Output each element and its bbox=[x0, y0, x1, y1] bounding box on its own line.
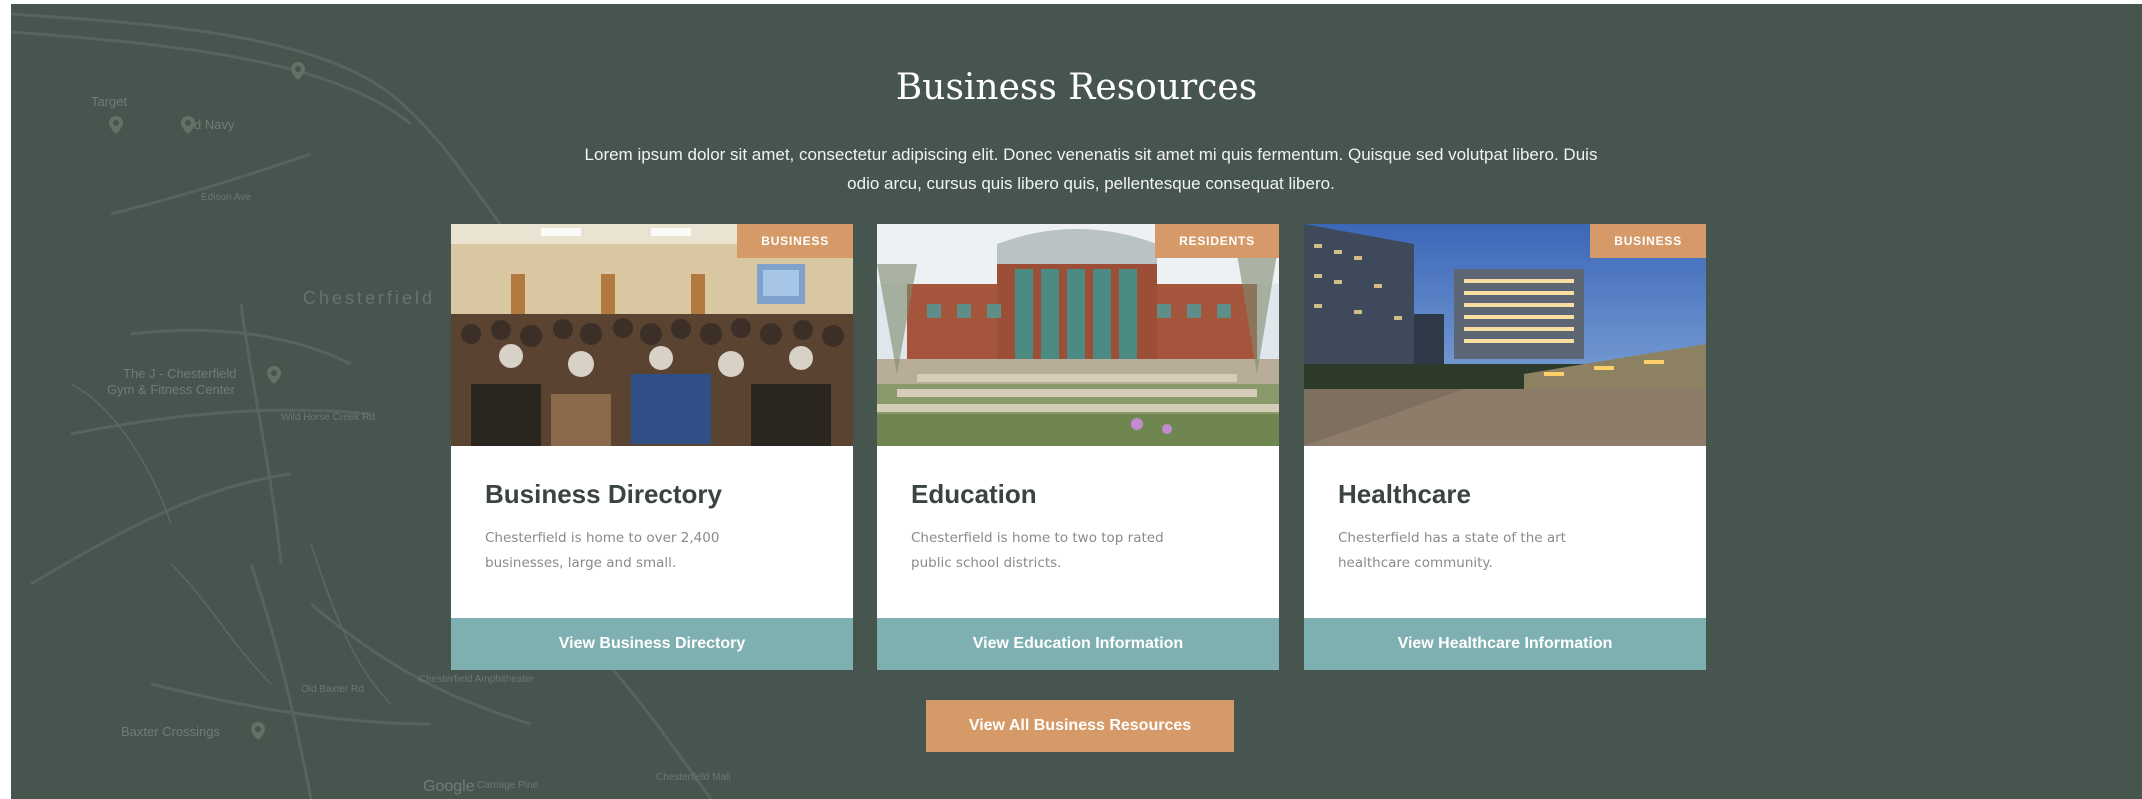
map-pin-icon bbox=[109, 116, 123, 134]
map-label: Edison Ave bbox=[201, 192, 251, 203]
map-label: Gym & Fitness Center bbox=[107, 382, 235, 397]
card-description: Chesterfield has a state of the art heal… bbox=[1338, 530, 1566, 571]
card-description: Chesterfield is home to over 2,400 busin… bbox=[485, 530, 720, 571]
view-all-business-resources-button[interactable]: View All Business Resources bbox=[926, 700, 1234, 752]
card-title: Business Directory bbox=[485, 479, 722, 509]
view-business-directory-button[interactable]: View Business Directory bbox=[451, 618, 853, 670]
map-label: Old Baxter Rd bbox=[301, 684, 364, 695]
map-pin-icon bbox=[267, 366, 281, 384]
card-title: Education bbox=[911, 479, 1037, 509]
map-pin-icon bbox=[181, 116, 195, 134]
map-label: Baxter Crossings bbox=[121, 724, 220, 739]
section-intro: Lorem ipsum dolor sit amet, consectetur … bbox=[584, 145, 1598, 193]
business-resources-section: Target Old Navy Chesterfield The J - Che… bbox=[11, 4, 2142, 799]
map-pin-icon bbox=[251, 722, 265, 740]
category-badge: RESIDENTS bbox=[1155, 224, 1279, 258]
card-description: Chesterfield is home to two top rated pu… bbox=[911, 530, 1164, 571]
map-label: Carriage Pine bbox=[477, 780, 539, 791]
category-badge: BUSINESS bbox=[737, 224, 853, 258]
map-label: Wild Horse Creek Rd bbox=[281, 412, 375, 423]
category-badge: BUSINESS bbox=[1590, 224, 1706, 258]
map-label: Chesterfield Amphitheater bbox=[419, 674, 535, 685]
view-education-information-button[interactable]: View Education Information bbox=[877, 618, 1279, 670]
map-label: Chesterfield Mall bbox=[656, 772, 731, 783]
map-label: The J - Chesterfield bbox=[123, 366, 237, 381]
map-label: Chesterfield bbox=[303, 288, 436, 308]
map-label: Google bbox=[423, 778, 475, 795]
card-education: RESIDENTS Education Chesterfield is home… bbox=[877, 224, 1279, 670]
card-healthcare: BUSINESS Healthcare Chesterfield has a s… bbox=[1304, 224, 1706, 670]
card-title: Healthcare bbox=[1338, 479, 1471, 509]
section-title: Business Resources bbox=[895, 67, 1258, 108]
view-healthcare-information-button[interactable]: View Healthcare Information bbox=[1304, 618, 1706, 670]
card-business-directory: BUSINESS Business Directory Chesterfield… bbox=[451, 224, 853, 670]
